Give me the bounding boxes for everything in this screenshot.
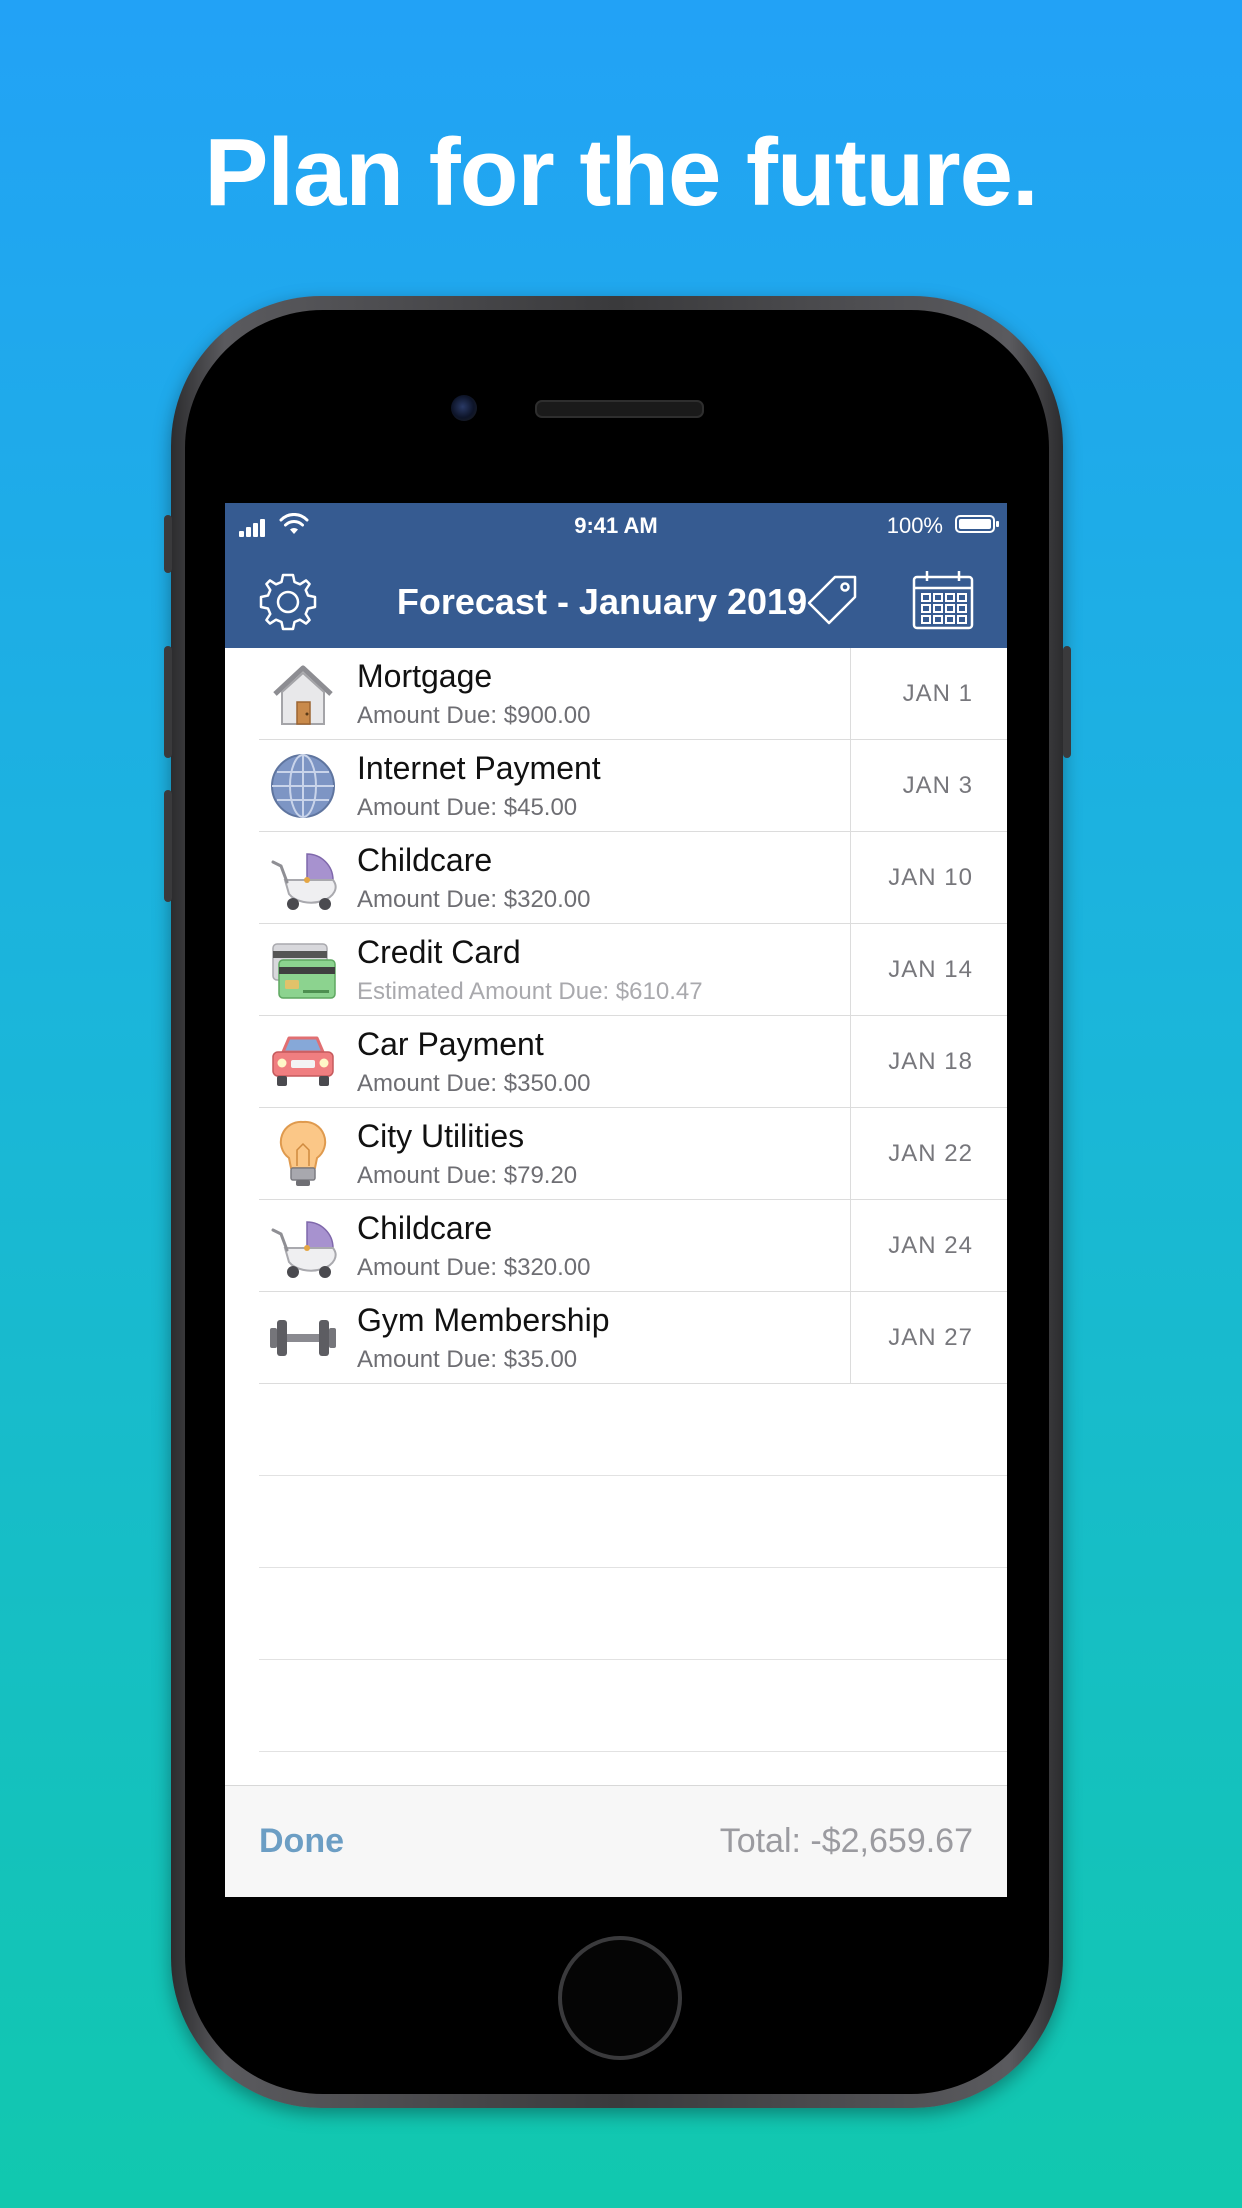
battery-icon bbox=[955, 515, 999, 533]
car-icon bbox=[272, 1036, 334, 1086]
bill-date: JAN 22 bbox=[888, 1140, 973, 1167]
bill-date: JAN 1 bbox=[902, 680, 973, 707]
bill-date: JAN 14 bbox=[888, 956, 973, 983]
empty-row-divider bbox=[259, 1567, 1007, 1568]
bill-amount: Amount Due: $79.20 bbox=[357, 1162, 578, 1189]
bill-title: Gym Membership bbox=[357, 1302, 610, 1338]
house-icon bbox=[273, 665, 333, 725]
app-screen: 9:41 AM 100% Forecast - January 2019 Mor… bbox=[225, 503, 1007, 1897]
credit-card-icon bbox=[272, 943, 336, 999]
bill-amount: Amount Due: $320.00 bbox=[357, 886, 591, 913]
front-camera bbox=[451, 395, 477, 421]
bill-title: Credit Card bbox=[357, 934, 521, 970]
bill-title: Childcare bbox=[357, 1210, 493, 1246]
bill-row[interactable]: Internet Payment Amount Due: $45.00 JAN … bbox=[225, 740, 1007, 832]
power-button bbox=[1063, 646, 1071, 758]
calendar-icon[interactable] bbox=[911, 569, 975, 631]
home-button[interactable] bbox=[558, 1936, 682, 2060]
bottom-toolbar: Done Total: -$2,659.67 bbox=[225, 1785, 1007, 1897]
stroller-icon bbox=[271, 853, 337, 910]
volume-up-button bbox=[164, 646, 172, 758]
bill-title: Internet Payment bbox=[357, 750, 601, 786]
status-bar: 9:41 AM 100% bbox=[225, 503, 1007, 549]
bill-date: JAN 18 bbox=[888, 1048, 973, 1075]
page-title: Forecast - January 2019 bbox=[396, 581, 808, 622]
lightbulb-icon bbox=[279, 1120, 327, 1186]
bill-row[interactable]: Childcare Amount Due: $320.00 JAN 10 bbox=[225, 832, 1007, 924]
volume-down-button bbox=[164, 790, 172, 902]
bill-title: Car Payment bbox=[357, 1026, 544, 1062]
mute-switch bbox=[164, 515, 172, 573]
bill-date: JAN 27 bbox=[888, 1324, 973, 1351]
bill-row[interactable]: Gym Membership Amount Due: $35.00 JAN 27 bbox=[225, 1292, 1007, 1384]
tag-icon[interactable] bbox=[805, 573, 859, 627]
bill-row[interactable]: Car Payment Amount Due: $350.00 JAN 18 bbox=[225, 1016, 1007, 1108]
bill-title: Childcare bbox=[357, 842, 493, 878]
bill-row[interactable]: Childcare Amount Due: $320.00 JAN 24 bbox=[225, 1200, 1007, 1292]
done-button[interactable]: Done bbox=[259, 1822, 344, 1861]
battery-percentage: 100% bbox=[886, 513, 943, 538]
navigation-bar: 9:41 AM 100% Forecast - January 2019 bbox=[225, 503, 1007, 648]
bill-amount: Amount Due: $320.00 bbox=[357, 1254, 591, 1281]
bill-title: City Utilities bbox=[357, 1118, 525, 1154]
stroller-icon bbox=[271, 1221, 337, 1278]
globe-icon bbox=[271, 754, 335, 818]
bill-amount: Amount Due: $35.00 bbox=[357, 1346, 578, 1373]
empty-row-divider bbox=[259, 1475, 1007, 1476]
bill-row[interactable]: Credit Card Estimated Amount Due: $610.4… bbox=[225, 924, 1007, 1016]
bill-amount: Estimated Amount Due: $610.47 bbox=[357, 978, 703, 1005]
total-label: Total: -$2,659.67 bbox=[719, 1822, 973, 1860]
dumbbell-icon bbox=[270, 1320, 336, 1356]
bill-row[interactable]: Mortgage Amount Due: $900.00 JAN 1 bbox=[225, 648, 1007, 740]
empty-row-divider bbox=[259, 1659, 1007, 1660]
bill-date: JAN 3 bbox=[902, 772, 973, 799]
bill-amount: Amount Due: $45.00 bbox=[357, 794, 578, 821]
empty-row-divider bbox=[259, 1751, 1007, 1752]
headline: Plan for the future. bbox=[204, 119, 1038, 226]
bill-date: JAN 24 bbox=[888, 1232, 973, 1259]
bill-amount: Amount Due: $350.00 bbox=[357, 1070, 591, 1097]
bill-date: JAN 10 bbox=[888, 864, 973, 891]
earpiece-speaker bbox=[535, 400, 704, 418]
bill-row[interactable]: City Utilities Amount Due: $79.20 JAN 22 bbox=[225, 1108, 1007, 1200]
bill-amount: Amount Due: $900.00 bbox=[357, 702, 591, 729]
bill-title: Mortgage bbox=[357, 658, 493, 694]
